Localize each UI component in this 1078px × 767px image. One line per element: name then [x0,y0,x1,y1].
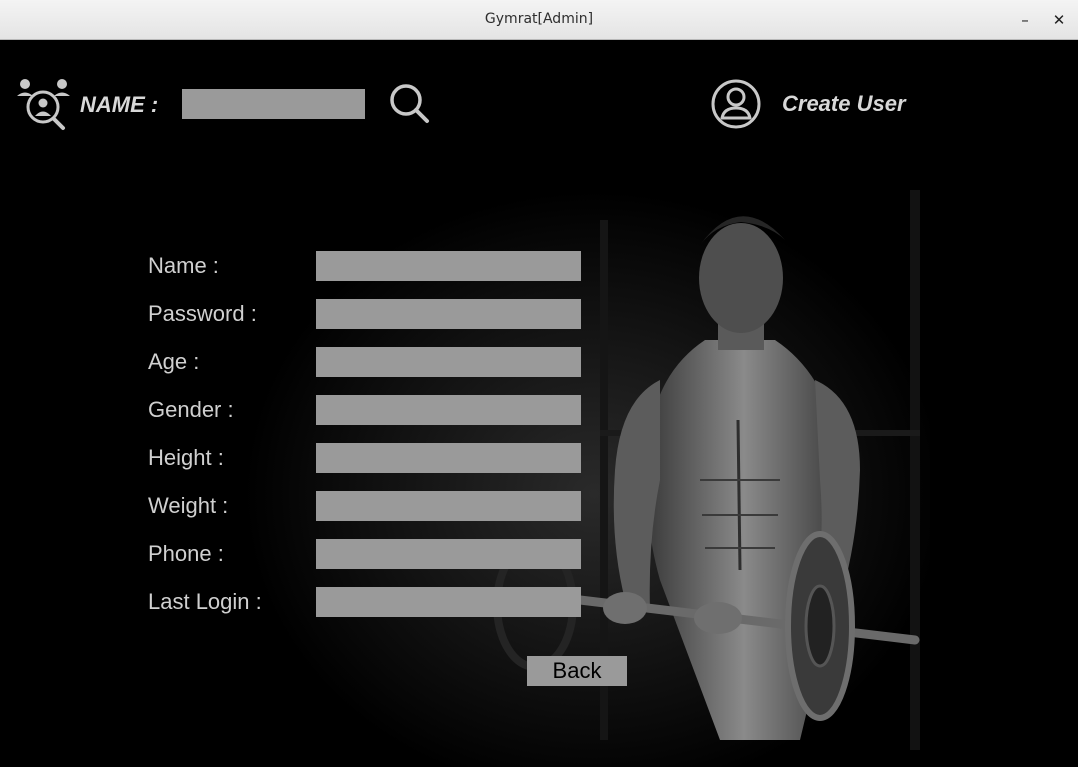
gender-label: Gender : [148,397,234,422]
minimize-button[interactable]: – [1014,9,1036,31]
search-input[interactable] [182,89,365,119]
phone-label: Phone : [148,541,224,566]
height-field[interactable] [316,443,581,473]
last-login-label: Last Login : [148,589,262,614]
last-login-field[interactable] [316,587,581,617]
weight-label: Weight : [148,493,229,518]
age-field[interactable] [316,347,581,377]
password-field[interactable] [316,299,581,329]
window-titlebar: Gymrat[Admin] – ✕ [0,0,1078,40]
user-circle-icon[interactable] [710,78,762,130]
main-panel: NAME : Create User Name : Password : Age… [0,40,1078,767]
name-field[interactable] [316,251,581,281]
gender-field[interactable] [316,395,581,425]
window-title: Gymrat[Admin] [484,11,594,27]
search-icon[interactable] [388,82,432,126]
phone-field[interactable] [316,539,581,569]
age-label: Age : [148,349,200,374]
create-user-button[interactable]: Create User [782,91,906,117]
user-search-icon [17,79,70,130]
password-label: Password : [148,301,257,326]
name-label: Name : [148,253,219,278]
height-label: Height : [148,445,224,470]
back-button[interactable]: Back [527,656,627,686]
search-name-label: NAME : [80,92,159,117]
close-button[interactable]: ✕ [1048,9,1070,31]
weight-field[interactable] [316,491,581,521]
